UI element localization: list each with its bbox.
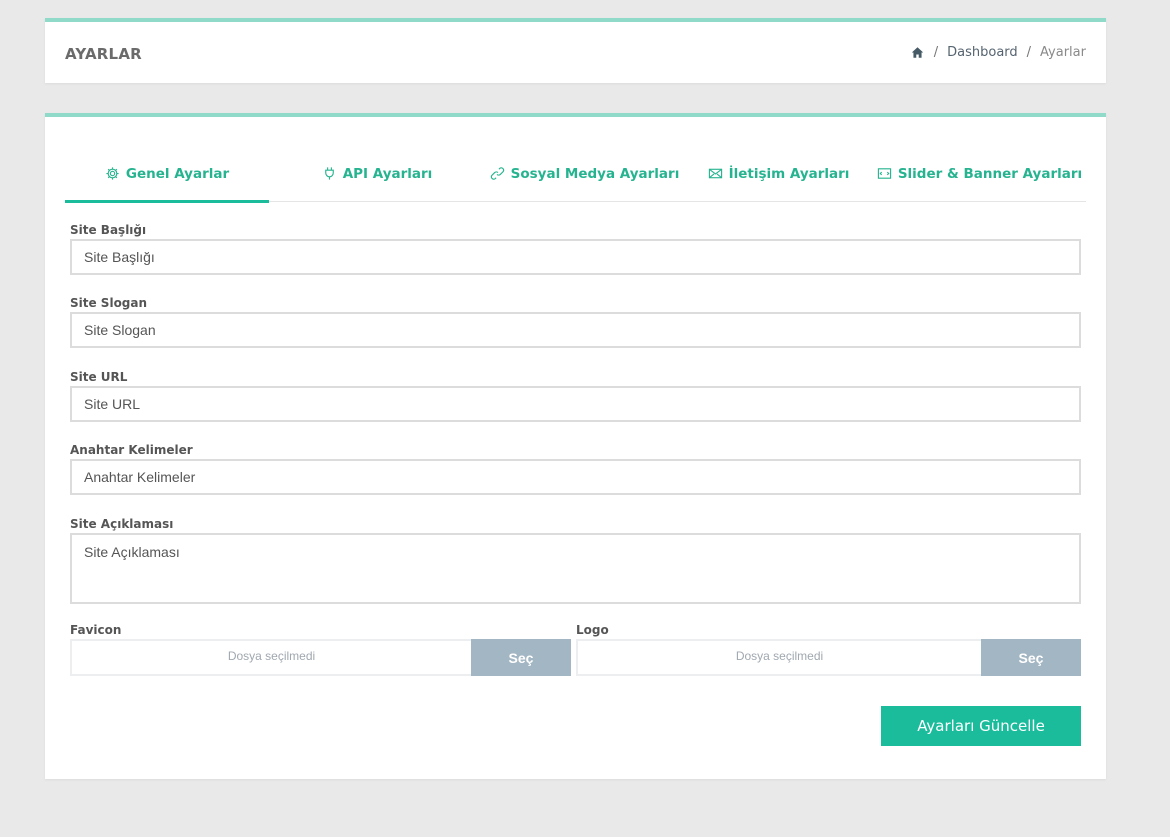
breadcrumb-separator: / [1026,45,1032,60]
favicon-file-input[interactable]: Dosya seçilmedi Seç [70,639,571,676]
settings-tabs: Genel Ayarlar API Ayarları Sosyal Medya … [65,145,1086,203]
link-icon [490,167,504,180]
site-title-field: Site Başlığı [70,221,1081,294]
site-title-input[interactable] [70,239,1081,275]
tab-api-ayarlari[interactable]: API Ayarları [269,145,485,202]
favicon-label: Favicon [70,623,122,637]
logo-file-status: Dosya seçilmedi [576,639,981,676]
tab-genel-ayarlar[interactable]: Genel Ayarlar [65,145,269,203]
page-title: AYARLAR [65,45,142,63]
description-field: Site Açıklaması [70,515,1081,621]
file-upload-row: Favicon Dosya seçilmedi Seç Logo Dosya s… [70,621,1081,676]
tab-label: Slider & Banner Ayarları [897,165,1083,182]
page-header: AYARLAR / Dashboard / Ayarlar [45,18,1106,83]
site-slogan-label: Site Slogan [70,296,148,310]
logo-field: Logo Dosya seçilmedi Seç [576,621,1081,676]
logo-choose-button[interactable]: Seç [981,639,1081,676]
tab-slider-banner-ayarlari[interactable]: Slider & Banner Ayarları [873,145,1086,202]
keywords-label: Anahtar Kelimeler [70,443,193,457]
tab-iletisim-ayarlari[interactable]: İletişim Ayarları [684,145,873,202]
tab-label: Sosyal Medya Ayarları [510,165,680,182]
logo-label: Logo [576,623,609,637]
tab-sosyal-medya-ayarlari[interactable]: Sosyal Medya Ayarları [485,145,684,202]
description-label: Site Açıklaması [70,517,174,531]
site-slogan-input[interactable] [70,312,1081,348]
general-settings-form: Site Başlığı Site Slogan Site URL Anahta… [70,221,1081,676]
favicon-field: Favicon Dosya seçilmedi Seç [70,621,571,676]
site-url-label: Site URL [70,370,128,384]
site-url-input[interactable] [70,386,1081,422]
home-icon[interactable] [911,46,925,60]
envelope-icon [708,168,722,179]
slider-icon [877,168,891,179]
site-title-label: Site Başlığı [70,223,147,237]
tab-label: API Ayarları [342,165,433,182]
keywords-input[interactable] [70,459,1081,495]
keywords-field: Anahtar Kelimeler [70,441,1081,515]
breadcrumb: / Dashboard / Ayarlar [911,45,1086,60]
site-url-field: Site URL [70,368,1081,441]
breadcrumb-separator: / [933,45,939,60]
breadcrumb-dashboard-link[interactable]: Dashboard [947,45,1018,60]
logo-file-input[interactable]: Dosya seçilmedi Seç [576,639,1081,676]
favicon-file-status: Dosya seçilmedi [70,639,471,676]
description-textarea[interactable] [70,533,1081,604]
update-settings-button[interactable]: Ayarları Güncelle [881,706,1081,746]
settings-card: Genel Ayarlar API Ayarları Sosyal Medya … [45,113,1106,779]
tab-label: İletişim Ayarları [728,165,850,182]
breadcrumb-current: Ayarlar [1040,45,1086,60]
gear-icon [106,167,119,180]
favicon-choose-button[interactable]: Seç [471,639,571,676]
site-slogan-field: Site Slogan [70,294,1081,368]
tab-label: Genel Ayarlar [125,165,230,182]
plug-icon [324,167,334,180]
